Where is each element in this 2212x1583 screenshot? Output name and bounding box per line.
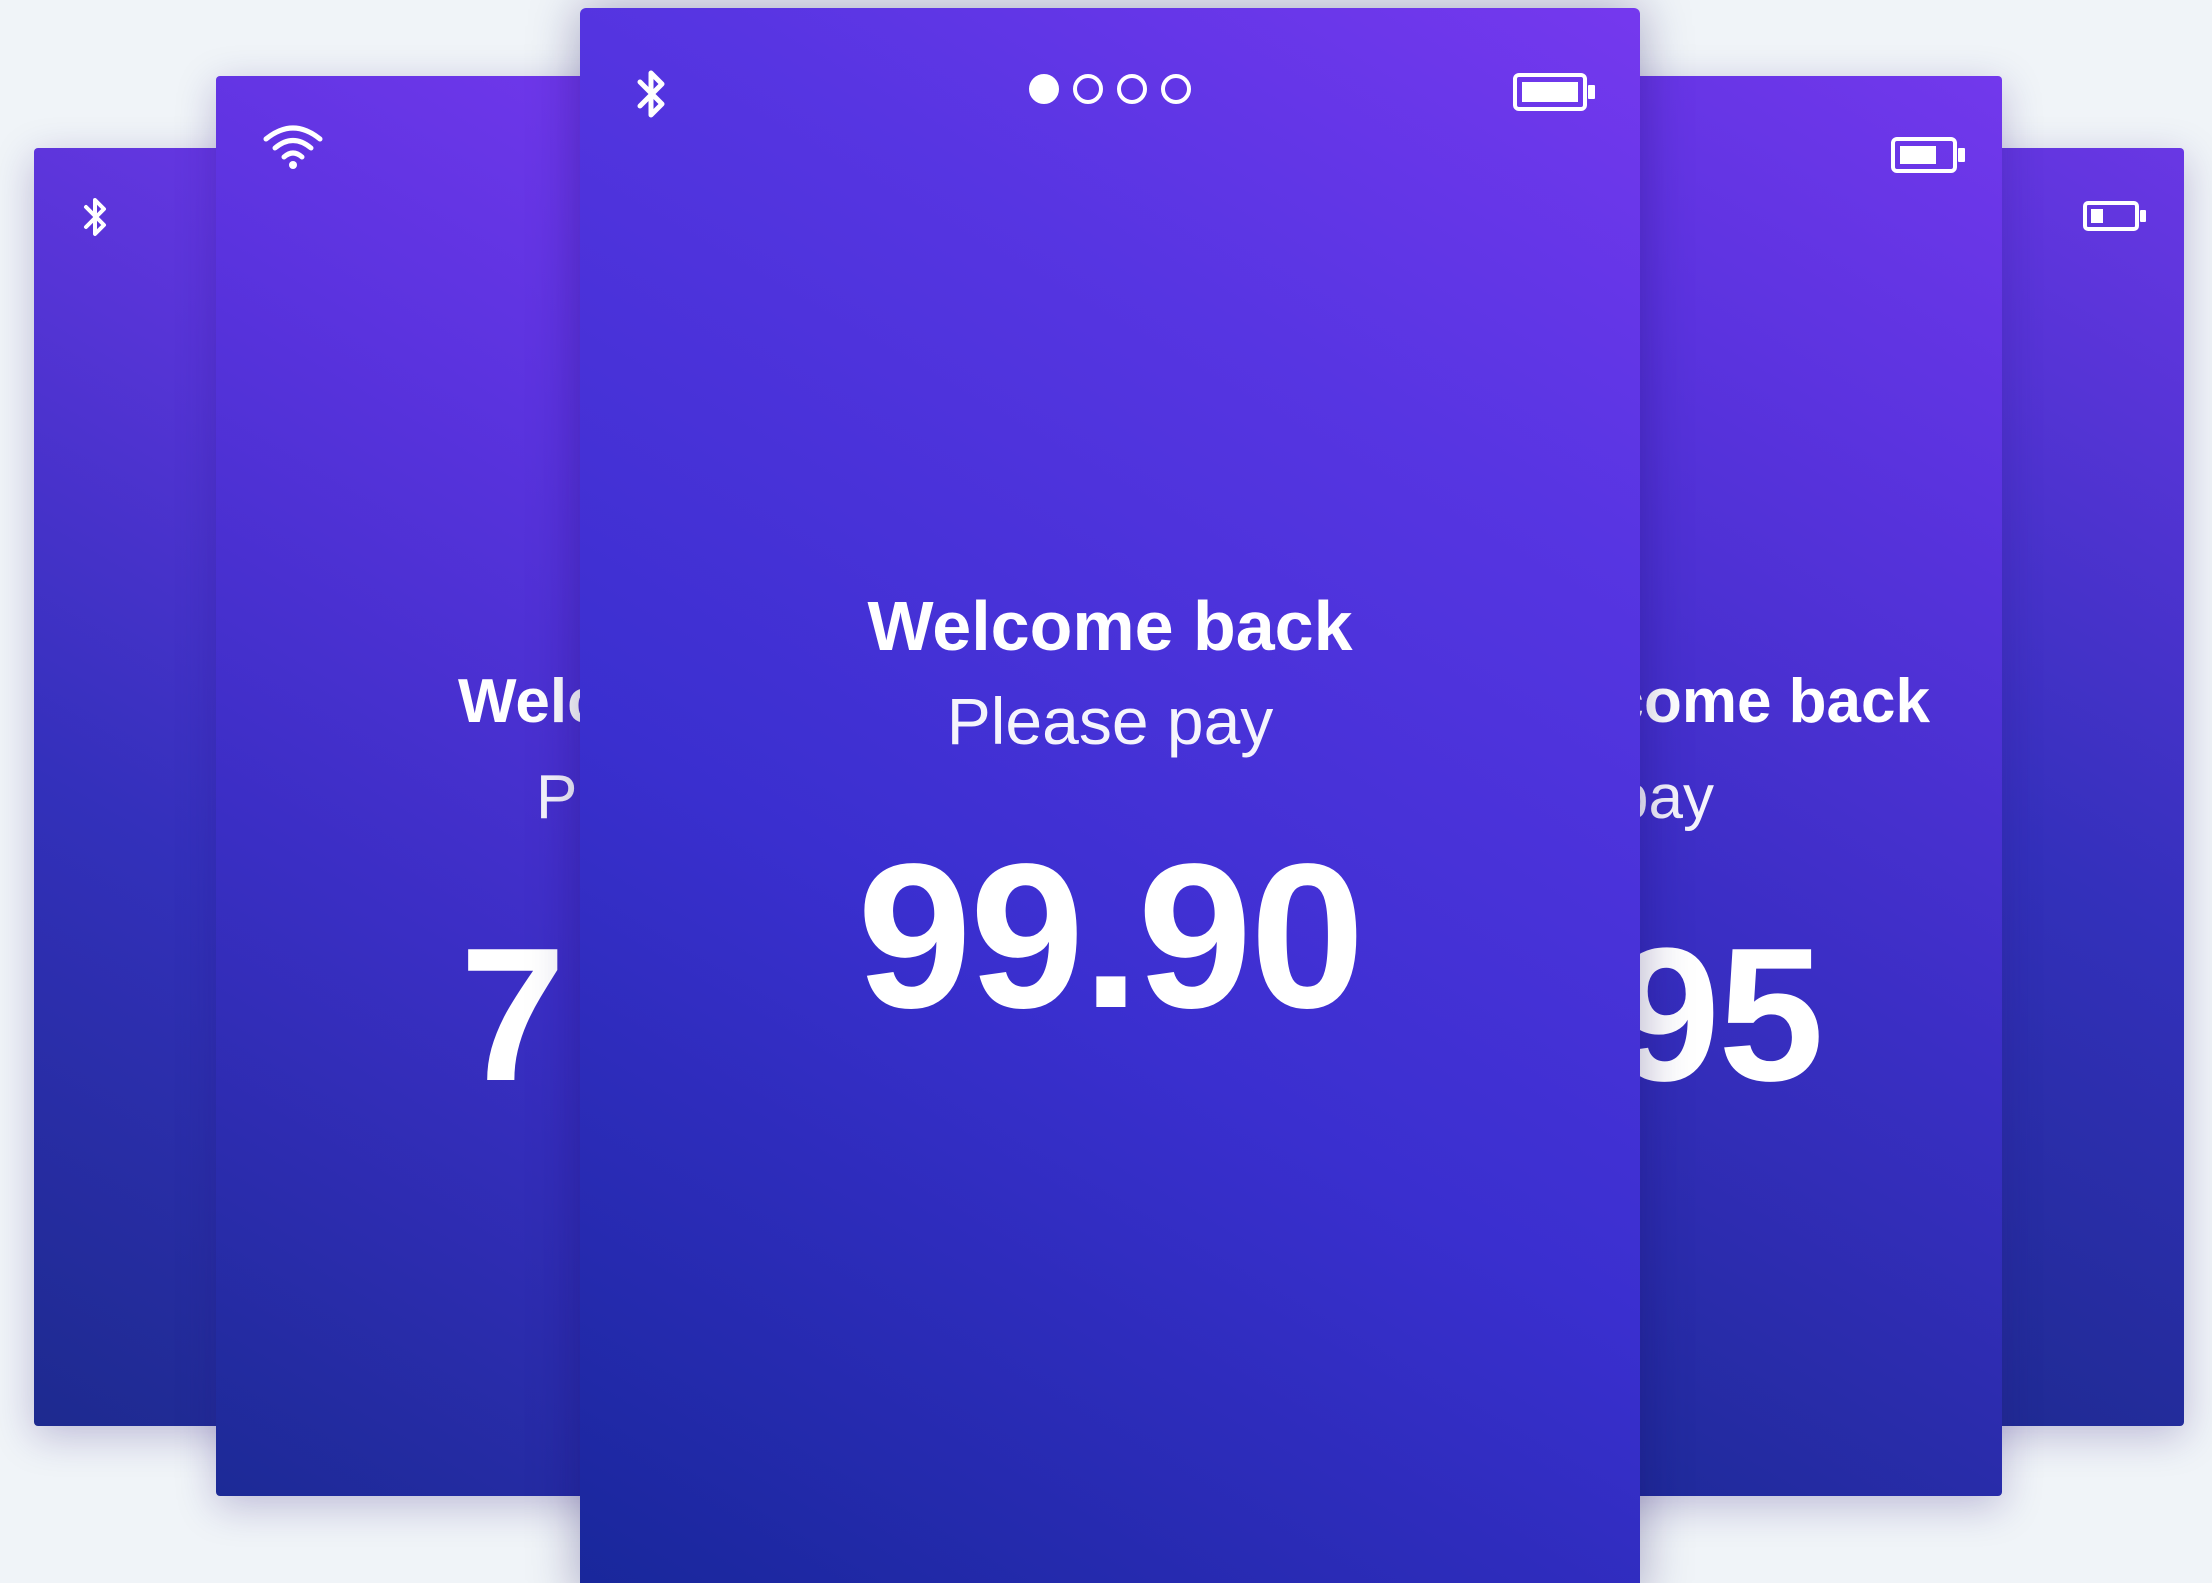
page-indicator [580, 74, 1640, 104]
payment-screen-center: Welcome back Please pay 99.90 [580, 8, 1640, 1583]
bluetooth-icon [84, 198, 106, 236]
welcome-heading: Welcome back [867, 587, 1353, 665]
page-dot[interactable] [1073, 74, 1103, 104]
payment-screens-stage: Welcome back Please pay 7 Welcome back P… [0, 0, 2212, 1583]
amount-due: 99.90 [857, 821, 1365, 1051]
battery-low-icon [2083, 201, 2146, 231]
page-dot-active[interactable] [1029, 74, 1059, 104]
pay-prompt: Please pay [946, 684, 1274, 758]
amount-due: 95 [1614, 909, 1824, 1121]
page-dot[interactable] [1161, 74, 1191, 104]
battery-medium-icon [1891, 137, 1965, 173]
amount-due: 7 [460, 909, 566, 1121]
battery-full-icon [1513, 73, 1595, 111]
page-dot[interactable] [1117, 74, 1147, 104]
wifi-icon [263, 125, 323, 169]
